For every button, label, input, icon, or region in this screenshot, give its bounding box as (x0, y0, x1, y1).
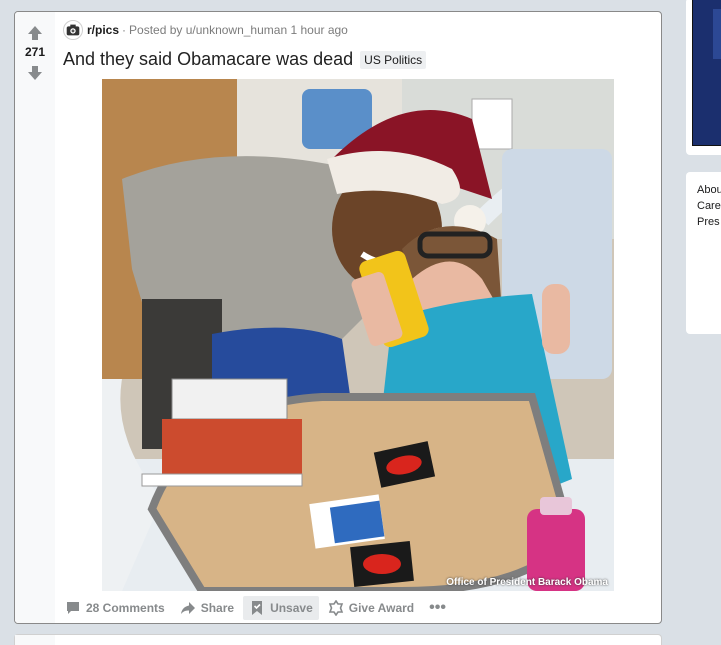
unsave-button[interactable]: Unsave (243, 596, 319, 620)
sidebar-line: Abou (697, 184, 721, 196)
arrow-up-icon (28, 26, 42, 40)
sidebar-banner (686, 0, 721, 155)
post-title[interactable]: And they said Obamacare was dead (63, 49, 353, 70)
unsave-label: Unsave (270, 601, 313, 615)
post-flair[interactable]: US Politics (360, 50, 427, 69)
vote-column: 271 (15, 12, 55, 623)
sidebar-about-box: Abou Care Pres (686, 172, 721, 334)
share-arrow-icon (180, 602, 195, 614)
downvote-button[interactable] (26, 64, 44, 82)
arrow-down-icon (28, 66, 42, 80)
give-award-label: Give Award (348, 601, 415, 615)
post-image[interactable]: Office of President Barack Obama (102, 79, 614, 591)
posted-by-text[interactable]: Posted by u/unknown_human 1 hour ago (129, 23, 348, 37)
sidebar-banner-image (692, 0, 721, 146)
award-icon (328, 600, 343, 616)
give-award-button[interactable]: Give Award (322, 596, 420, 620)
meta-separator: · (122, 23, 127, 37)
bookmark-icon (252, 601, 263, 615)
sidebar-line: Pres (697, 216, 720, 228)
camera-icon (66, 24, 80, 36)
post-meta: r/pics · Posted by u/unknown_human 1 hou… (63, 20, 348, 40)
subreddit-link[interactable]: r/pics (87, 23, 119, 37)
next-post-vote-column (15, 635, 55, 645)
banner-accent (713, 9, 721, 59)
image-watermark: Office of President Barack Obama (446, 577, 608, 588)
title-row: And they said Obamacare was dead US Poli… (63, 49, 427, 70)
sidebar-line: Care (697, 200, 721, 212)
vote-score: 271 (24, 45, 46, 59)
photo-illustration (102, 79, 614, 591)
subreddit-avatar[interactable] (63, 20, 83, 40)
share-button[interactable]: Share (174, 596, 240, 620)
share-label: Share (200, 601, 235, 615)
post-action-bar: 28 Comments Share Unsave Give Award ••• (59, 595, 452, 621)
upvote-button[interactable] (26, 24, 44, 42)
more-options-button[interactable]: ••• (423, 599, 452, 617)
post-card[interactable]: 271 r/pics · Posted by u/unknown_human 1… (14, 11, 662, 624)
comments-button[interactable]: 28 Comments (59, 596, 171, 620)
comment-icon (67, 602, 79, 614)
comments-label: 28 Comments (86, 601, 165, 615)
next-post-card[interactable] (14, 634, 662, 645)
